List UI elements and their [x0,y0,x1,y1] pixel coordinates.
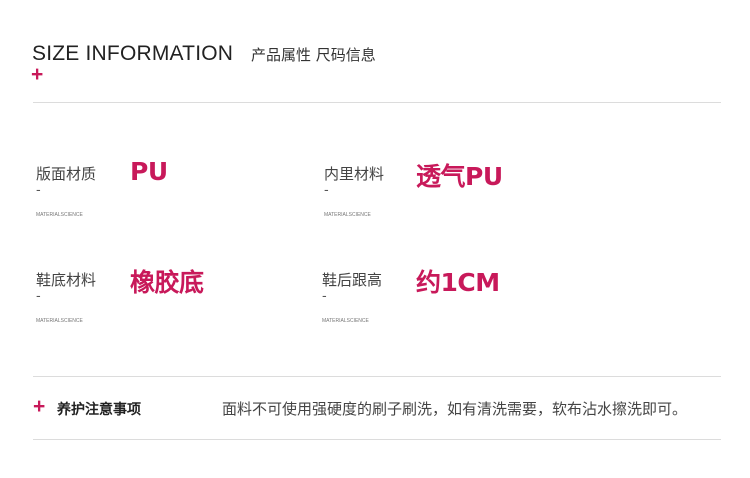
attribute-label: 鞋后跟高 [322,271,383,289]
attribute-value: 橡胶底 [130,268,204,297]
care-title: 养护注意事项 [57,402,141,418]
divider-middle [33,376,721,377]
attribute-dash: - [36,183,41,198]
attribute-value: 约1CM [416,268,500,297]
care-text: 面料不可使用强硬度的刷子刷洗，如有清洗需要，软布沾水擦洗即可。 [222,400,688,418]
header-title-cn: 产品属性 尺码信息 [251,46,376,64]
attribute-dash: - [324,183,329,198]
header-plus-icon: + [31,63,44,86]
attribute-sub: MATERIALSCIENCE [322,318,369,324]
divider-bottom [33,439,721,440]
attribute-label: 版面材质 [36,165,97,183]
header-title-en: SIZE INFORMATION [32,42,234,65]
attribute-sub: MATERIALSCIENCE [36,318,83,324]
attribute-label: 内里材料 [324,165,385,183]
attribute-sub: MATERIALSCIENCE [36,212,83,218]
attribute-label: 鞋底材料 [36,271,97,289]
attribute-value: PU [130,157,168,186]
attribute-dash: - [322,289,327,304]
care-plus-icon: + [33,395,46,418]
attribute-value: 透气PU [416,162,503,191]
divider-top [33,102,721,103]
attribute-sub: MATERIALSCIENCE [324,212,371,218]
attribute-dash: - [36,289,41,304]
